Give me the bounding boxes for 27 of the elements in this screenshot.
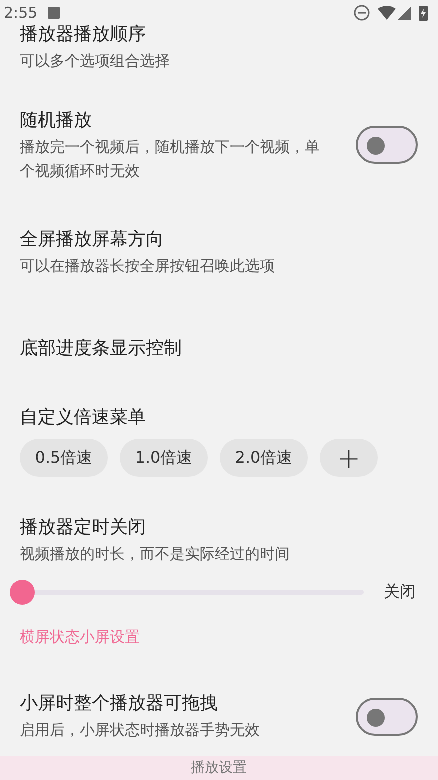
setting-title: 播放器播放顺序 <box>20 23 147 46</box>
setting-description: 启用后，小屏状态时播放器手势无效 <box>20 720 261 741</box>
setting-title: 全屏播放屏幕方向 <box>20 228 165 251</box>
do-not-disturb-icon <box>354 5 370 21</box>
setting-description: 视频播放的时长，而不是实际经过的时间 <box>20 544 291 565</box>
setting-description: 可以在播放器长按全屏按钮召唤此选项 <box>20 256 276 277</box>
setting-title: 随机播放 <box>20 108 93 132</box>
status-time: 2:55 <box>4 4 38 22</box>
add-chip[interactable]: + <box>320 439 378 477</box>
bottom-bar-title: 播放设置 <box>191 759 247 777</box>
setting-title: 自定义倍速菜单 <box>20 407 146 428</box>
wifi-icon <box>378 6 396 20</box>
signal-icon <box>398 6 411 20</box>
battery-icon <box>419 5 428 21</box>
setting-title: 小屏时整个播放器可拖拽 <box>20 692 219 715</box>
setting-description: 可以多个选项组合选择 <box>20 51 171 72</box>
setting-title: 播放器定时关闭 <box>20 516 147 539</box>
slider-value: 关闭 <box>384 582 416 603</box>
toggle-switch[interactable] <box>356 126 418 164</box>
setting-description: 播放完一个视频后，随机播放下一个视频，单个视频循环时无效 <box>20 136 320 182</box>
toggle-switch[interactable] <box>356 698 418 736</box>
speed-chip[interactable]: 2.0倍速 <box>220 439 308 477</box>
setting-title: 底部进度条显示控制 <box>20 336 183 360</box>
speed-chip[interactable]: 0.5倍速 <box>20 439 108 477</box>
speed-chip[interactable]: 1.0倍速 <box>120 439 208 477</box>
section-header: 横屏状态小屏设置 <box>20 628 140 646</box>
slider-thumb[interactable] <box>10 580 35 605</box>
